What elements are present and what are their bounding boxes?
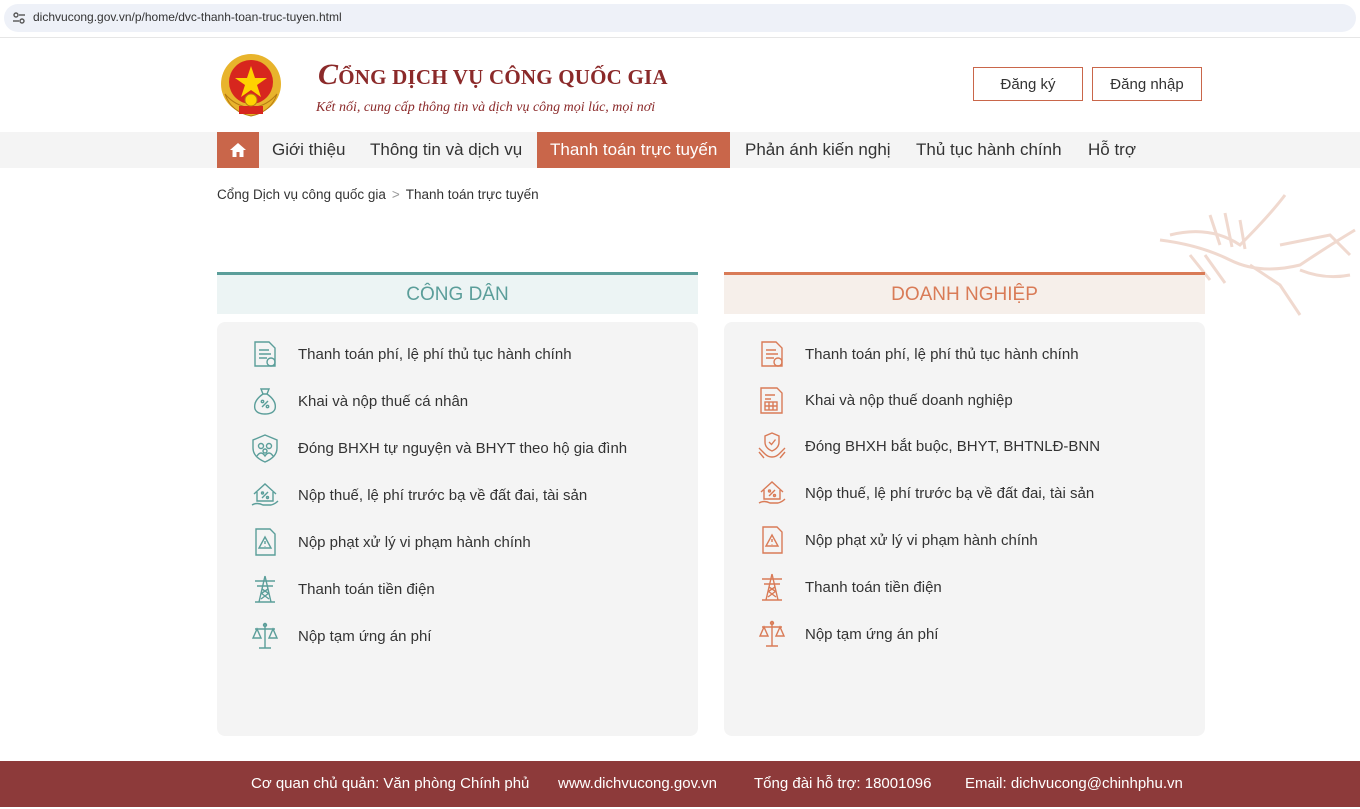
scales-icon bbox=[758, 620, 786, 647]
login-button[interactable]: Đăng nhập bbox=[1092, 67, 1202, 101]
portal-title[interactable]: CỔNG DỊCH VỤ CÔNG QUỐC GIA bbox=[318, 58, 668, 92]
footer: Cơ quan chủ quản: Văn phòng Chính phủ ww… bbox=[0, 761, 1360, 807]
dn-service-penalty[interactable]: Nộp phạt xử lý vi phạm hành chính bbox=[756, 522, 1196, 558]
cd-service-land-tax-label: Nộp thuế, lệ phí trước bạ về đất đai, tà… bbox=[298, 486, 588, 504]
dn-service-electricity[interactable]: Thanh toán tiền điện bbox=[756, 569, 1196, 605]
dn-service-land-tax[interactable]: Nộp thuế, lệ phí trước bạ về đất đai, tà… bbox=[756, 475, 1196, 511]
cd-service-social-insurance[interactable]: Đóng BHXH tự nguyện và BHYT theo hộ gia … bbox=[249, 430, 689, 466]
dn-service-land-tax-label: Nộp thuế, lệ phí trước bạ về đất đai, tà… bbox=[805, 484, 1095, 502]
power-tower-icon bbox=[255, 575, 275, 603]
home-icon bbox=[230, 143, 246, 157]
cd-service-land-tax[interactable]: Nộp thuế, lệ phí trước bạ về đất đai, tà… bbox=[249, 477, 689, 513]
breadcrumb-separator: > bbox=[391, 187, 400, 202]
site-settings-icon[interactable] bbox=[12, 11, 26, 25]
cd-service-personal-tax-label: Khai và nộp thuế cá nhân bbox=[298, 392, 469, 410]
family-shield-icon bbox=[252, 434, 278, 463]
doanh-nghiep-panel: Thanh toán phí, lệ phí thủ tục hành chín… bbox=[724, 322, 1205, 736]
url-text[interactable]: dichvucong.gov.vn/p/home/dvc-thanh-toan-… bbox=[33, 10, 342, 24]
dn-service-business-tax-label: Khai và nộp thuế doanh nghiệp bbox=[805, 391, 1013, 409]
breadcrumb: Cổng Dịch vụ công quốc gia > Thanh toán tr… bbox=[217, 187, 539, 202]
warning-document-icon bbox=[762, 526, 783, 554]
cd-service-court-fee[interactable]: Nộp tạm ứng án phí bbox=[249, 618, 689, 654]
footer-agency: Cơ quan chủ quản: Văn phòng Chính phủ bbox=[251, 775, 530, 792]
tax-document-icon bbox=[760, 387, 783, 414]
portal-title-initial: C bbox=[318, 58, 339, 91]
cd-service-penalty[interactable]: Nộp phạt xử lý vi phạm hành chính bbox=[249, 524, 689, 560]
document-fee-icon bbox=[761, 341, 783, 367]
cong-dan-header: CÔNG DÂN bbox=[217, 272, 698, 314]
doanh-nghiep-header: DOANH NGHIỆP bbox=[724, 272, 1205, 314]
scales-icon bbox=[251, 622, 279, 649]
nav-item-ho-tro[interactable]: Hỗ trợ bbox=[1075, 132, 1149, 168]
hands-shield-icon bbox=[758, 432, 786, 459]
browser-address-bar: dichvucong.gov.vn/p/home/dvc-thanh-toan-… bbox=[0, 0, 1360, 38]
portal-subtitle: Kết nối, cung cấp thông tin và dịch vụ c… bbox=[316, 100, 656, 115]
money-bag-icon bbox=[253, 388, 277, 415]
cd-service-penalty-label: Nộp phạt xử lý vi phạm hành chính bbox=[298, 533, 531, 551]
cd-service-fee-label: Thanh toán phí, lệ phí thủ tục hành chín… bbox=[298, 345, 572, 363]
url-field[interactable]: dichvucong.gov.vn/p/home/dvc-thanh-toan-… bbox=[4, 4, 1356, 32]
dn-service-court-fee-label: Nộp tạm ứng án phí bbox=[805, 625, 939, 643]
cd-service-fee[interactable]: Thanh toán phí, lệ phí thủ tục hành chín… bbox=[249, 336, 689, 372]
dn-service-social-insurance[interactable]: Đóng BHXH bắt buộc, BHYT, BHTNLĐ-BNN bbox=[756, 428, 1196, 464]
nav-item-phan-anh-kien-nghi[interactable]: Phản ánh kiến nghị bbox=[732, 132, 904, 168]
cd-service-court-fee-label: Nộp tạm ứng án phí bbox=[298, 627, 432, 645]
main-nav: Giới thiệu Thông tin và dịch vụ Thanh to… bbox=[0, 132, 1360, 168]
cd-service-social-insurance-label: Đóng BHXH tự nguyện và BHYT theo hộ gia … bbox=[298, 439, 628, 457]
register-button[interactable]: Đăng ký bbox=[973, 67, 1083, 101]
nav-item-thong-tin-dich-vu[interactable]: Thông tin và dịch vụ bbox=[357, 132, 535, 168]
national-emblem-logo[interactable] bbox=[217, 50, 285, 120]
footer-hotline: Tổng đài hỗ trợ: 18001096 bbox=[754, 775, 932, 792]
house-percent-icon bbox=[758, 481, 786, 504]
nav-item-thanh-toan-truc-tuyen[interactable]: Thanh toán trực tuyến bbox=[537, 132, 731, 168]
dn-service-court-fee[interactable]: Nộp tạm ứng án phí bbox=[756, 616, 1196, 652]
cong-dan-panel: Thanh toán phí, lệ phí thủ tục hành chín… bbox=[217, 322, 698, 736]
house-percent-icon bbox=[251, 483, 279, 506]
dn-service-electricity-label: Thanh toán tiền điện bbox=[805, 578, 942, 596]
breadcrumb-current: Thanh toán trực tuyến bbox=[405, 187, 539, 202]
cd-service-electricity-label: Thanh toán tiền điện bbox=[298, 580, 435, 598]
nav-item-gioi-thieu[interactable]: Giới thiệu bbox=[259, 132, 359, 168]
warning-document-icon bbox=[255, 528, 276, 556]
dn-service-fee[interactable]: Thanh toán phí, lệ phí thủ tục hành chín… bbox=[756, 336, 1196, 372]
dn-service-business-tax[interactable]: Khai và nộp thuế doanh nghiệp bbox=[756, 382, 1196, 418]
nav-item-thu-tuc-hanh-chinh[interactable]: Thủ tục hành chính bbox=[903, 132, 1075, 168]
dn-service-penalty-label: Nộp phạt xử lý vi phạm hành chính bbox=[805, 531, 1038, 549]
nav-home-button[interactable] bbox=[217, 132, 259, 168]
footer-email[interactable]: Email: dichvucong@chinhphu.vn bbox=[965, 775, 1183, 792]
document-fee-icon bbox=[254, 341, 276, 367]
cd-service-electricity[interactable]: Thanh toán tiền điện bbox=[249, 571, 689, 607]
footer-website-link[interactable]: www.dichvucong.gov.vn bbox=[558, 775, 717, 792]
power-tower-icon bbox=[762, 573, 782, 601]
breadcrumb-home[interactable]: Cổng Dịch vụ công quốc gia bbox=[217, 187, 386, 202]
cd-service-personal-tax[interactable]: Khai và nộp thuế cá nhân bbox=[249, 383, 689, 419]
dn-service-fee-label: Thanh toán phí, lệ phí thủ tục hành chín… bbox=[805, 345, 1079, 363]
dn-service-social-insurance-label: Đóng BHXH bắt buộc, BHYT, BHTNLĐ-BNN bbox=[805, 437, 1101, 455]
portal-title-rest: ỔNG DỊCH VỤ CÔNG QUỐC GIA bbox=[338, 65, 668, 89]
